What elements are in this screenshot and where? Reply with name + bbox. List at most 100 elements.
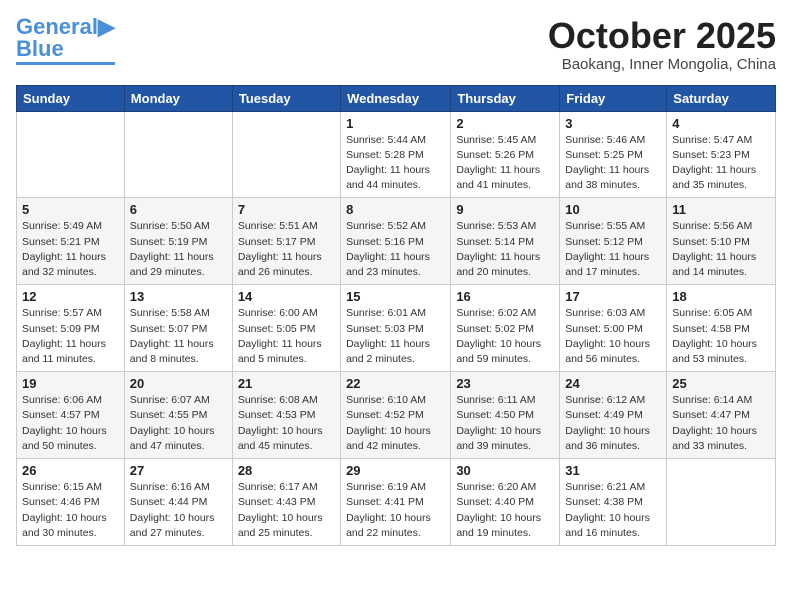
calendar-cell: 1Sunrise: 5:44 AM Sunset: 5:28 PM Daylig…	[341, 111, 451, 198]
logo-blue-text: Blue	[16, 38, 64, 60]
calendar-cell	[232, 111, 340, 198]
calendar-cell: 15 Sunrise: 6:01 AM Sunset: 5:03 PM Dayli…	[341, 285, 451, 372]
day-info: Sunrise: 5:57 AM Sunset: 5:09 PM Dayligh…	[22, 306, 119, 367]
calendar-week-row: 19Sunrise: 6:06 AM Sunset: 4:57 PM Dayli…	[17, 372, 776, 459]
day-info: Sunrise: 5:53 AM Sunset: 5:14 PM Dayligh…	[456, 219, 554, 280]
calendar-week-row: 5 Sunrise: 5:49 AM Sunset: 5:21 PM Daylig…	[17, 198, 776, 285]
day-info: Sunrise: 6:05 AM Sunset: 4:58 PM Dayligh…	[672, 306, 770, 367]
day-info: Sunrise: 6:02 AM Sunset: 5:02 PM Dayligh…	[456, 306, 554, 367]
calendar-cell: 19Sunrise: 6:06 AM Sunset: 4:57 PM Dayli…	[17, 372, 125, 459]
location-subtitle: Baokang, Inner Mongolia, China	[548, 56, 776, 73]
weekday-header: Monday	[124, 85, 232, 111]
calendar-cell: 14 Sunrise: 6:00 AM Sunset: 5:05 PM Dayli…	[232, 285, 340, 372]
day-number: 9	[456, 202, 554, 217]
day-number: 5	[22, 202, 119, 217]
day-number: 16	[456, 289, 554, 304]
day-number: 13	[130, 289, 227, 304]
day-number: 3	[565, 116, 661, 131]
day-info: Sunrise: 6:07 AM Sunset: 4:55 PM Dayligh…	[130, 393, 227, 454]
weekday-header: Saturday	[667, 85, 776, 111]
calendar-week-row: 1Sunrise: 5:44 AM Sunset: 5:28 PM Daylig…	[17, 111, 776, 198]
day-number: 15	[346, 289, 445, 304]
weekday-header: Thursday	[451, 85, 560, 111]
day-number: 4	[672, 116, 770, 131]
day-number: 11	[672, 202, 770, 217]
day-number: 26	[22, 463, 119, 478]
calendar-cell	[17, 111, 125, 198]
calendar-cell: 26 Sunrise: 6:15 AM Sunset: 4:46 PM Dayli…	[17, 459, 125, 546]
day-info: Sunrise: 6:16 AM Sunset: 4:44 PM Dayligh…	[130, 480, 227, 541]
day-info: Sunrise: 5:50 AM Sunset: 5:19 PM Dayligh…	[130, 219, 227, 280]
calendar-cell: 5 Sunrise: 5:49 AM Sunset: 5:21 PM Daylig…	[17, 198, 125, 285]
day-number: 1	[346, 116, 445, 131]
day-info: Sunrise: 6:20 AM Sunset: 4:40 PM Dayligh…	[456, 480, 554, 541]
logo: General▶ Blue	[16, 16, 115, 65]
day-number: 23	[456, 376, 554, 391]
page-header: General▶ Blue October 2025 Baokang, Inne…	[16, 16, 776, 73]
calendar-cell: 28Sunrise: 6:17 AM Sunset: 4:43 PM Dayli…	[232, 459, 340, 546]
day-info: Sunrise: 6:01 AM Sunset: 5:03 PM Dayligh…	[346, 306, 445, 367]
calendar-cell: 7 Sunrise: 5:51 AM Sunset: 5:17 PM Daylig…	[232, 198, 340, 285]
day-number: 10	[565, 202, 661, 217]
day-number: 31	[565, 463, 661, 478]
calendar-cell: 3 Sunrise: 5:46 AM Sunset: 5:25 PM Daylig…	[560, 111, 667, 198]
calendar-cell: 6 Sunrise: 5:50 AM Sunset: 5:19 PM Daylig…	[124, 198, 232, 285]
day-number: 6	[130, 202, 227, 217]
calendar-cell: 8 Sunrise: 5:52 AM Sunset: 5:16 PM Daylig…	[341, 198, 451, 285]
day-info: Sunrise: 5:51 AM Sunset: 5:17 PM Dayligh…	[238, 219, 335, 280]
calendar-cell: 2Sunrise: 5:45 AM Sunset: 5:26 PM Daylig…	[451, 111, 560, 198]
weekday-header: Friday	[560, 85, 667, 111]
day-info: Sunrise: 6:15 AM Sunset: 4:46 PM Dayligh…	[22, 480, 119, 541]
calendar-cell: 13 Sunrise: 5:58 AM Sunset: 5:07 PM Dayli…	[124, 285, 232, 372]
day-info: Sunrise: 5:58 AM Sunset: 5:07 PM Dayligh…	[130, 306, 227, 367]
day-info: Sunrise: 6:21 AM Sunset: 4:38 PM Dayligh…	[565, 480, 661, 541]
day-info: Sunrise: 5:55 AM Sunset: 5:12 PM Dayligh…	[565, 219, 661, 280]
weekday-header: Wednesday	[341, 85, 451, 111]
calendar-cell: 18 Sunrise: 6:05 AM Sunset: 4:58 PM Dayli…	[667, 285, 776, 372]
day-info: Sunrise: 6:00 AM Sunset: 5:05 PM Dayligh…	[238, 306, 335, 367]
day-info: Sunrise: 6:17 AM Sunset: 4:43 PM Dayligh…	[238, 480, 335, 541]
weekday-header-row: SundayMondayTuesdayWednesdayThursdayFrid…	[17, 85, 776, 111]
calendar-cell: 31 Sunrise: 6:21 AM Sunset: 4:38 PM Dayli…	[560, 459, 667, 546]
day-number: 7	[238, 202, 335, 217]
calendar-cell: 22Sunrise: 6:10 AM Sunset: 4:52 PM Dayli…	[341, 372, 451, 459]
calendar-table: SundayMondayTuesdayWednesdayThursdayFrid…	[16, 85, 776, 546]
day-number: 12	[22, 289, 119, 304]
calendar-cell: 20 Sunrise: 6:07 AM Sunset: 4:55 PM Dayli…	[124, 372, 232, 459]
calendar-cell: 10 Sunrise: 5:55 AM Sunset: 5:12 PM Dayli…	[560, 198, 667, 285]
calendar-week-row: 26 Sunrise: 6:15 AM Sunset: 4:46 PM Dayli…	[17, 459, 776, 546]
day-number: 14	[238, 289, 335, 304]
day-info: Sunrise: 5:49 AM Sunset: 5:21 PM Dayligh…	[22, 219, 119, 280]
day-info: Sunrise: 6:03 AM Sunset: 5:00 PM Dayligh…	[565, 306, 661, 367]
calendar-cell: 23 Sunrise: 6:11 AM Sunset: 4:50 PM Dayli…	[451, 372, 560, 459]
day-info: Sunrise: 5:52 AM Sunset: 5:16 PM Dayligh…	[346, 219, 445, 280]
day-info: Sunrise: 6:11 AM Sunset: 4:50 PM Dayligh…	[456, 393, 554, 454]
calendar-cell: 9 Sunrise: 5:53 AM Sunset: 5:14 PM Daylig…	[451, 198, 560, 285]
day-number: 25	[672, 376, 770, 391]
month-title: October 2025	[548, 16, 776, 56]
logo-underline	[16, 62, 115, 65]
day-number: 20	[130, 376, 227, 391]
calendar-cell	[667, 459, 776, 546]
day-number: 21	[238, 376, 335, 391]
calendar-cell: 25 Sunrise: 6:14 AM Sunset: 4:47 PM Dayli…	[667, 372, 776, 459]
calendar-cell: 27 Sunrise: 6:16 AM Sunset: 4:44 PM Dayli…	[124, 459, 232, 546]
day-number: 29	[346, 463, 445, 478]
day-number: 27	[130, 463, 227, 478]
day-info: Sunrise: 5:46 AM Sunset: 5:25 PM Dayligh…	[565, 133, 661, 194]
calendar-cell	[124, 111, 232, 198]
weekday-header: Tuesday	[232, 85, 340, 111]
calendar-cell: 24Sunrise: 6:12 AM Sunset: 4:49 PM Dayli…	[560, 372, 667, 459]
day-number: 8	[346, 202, 445, 217]
day-number: 18	[672, 289, 770, 304]
day-number: 19	[22, 376, 119, 391]
day-number: 2	[456, 116, 554, 131]
calendar-cell: 12 Sunrise: 5:57 AM Sunset: 5:09 PM Dayli…	[17, 285, 125, 372]
day-info: Sunrise: 6:08 AM Sunset: 4:53 PM Dayligh…	[238, 393, 335, 454]
day-number: 17	[565, 289, 661, 304]
day-info: Sunrise: 6:12 AM Sunset: 4:49 PM Dayligh…	[565, 393, 661, 454]
day-info: Sunrise: 6:19 AM Sunset: 4:41 PM Dayligh…	[346, 480, 445, 541]
calendar-cell: 21 Sunrise: 6:08 AM Sunset: 4:53 PM Dayli…	[232, 372, 340, 459]
day-info: Sunrise: 6:14 AM Sunset: 4:47 PM Dayligh…	[672, 393, 770, 454]
calendar-cell: 29 Sunrise: 6:19 AM Sunset: 4:41 PM Dayli…	[341, 459, 451, 546]
